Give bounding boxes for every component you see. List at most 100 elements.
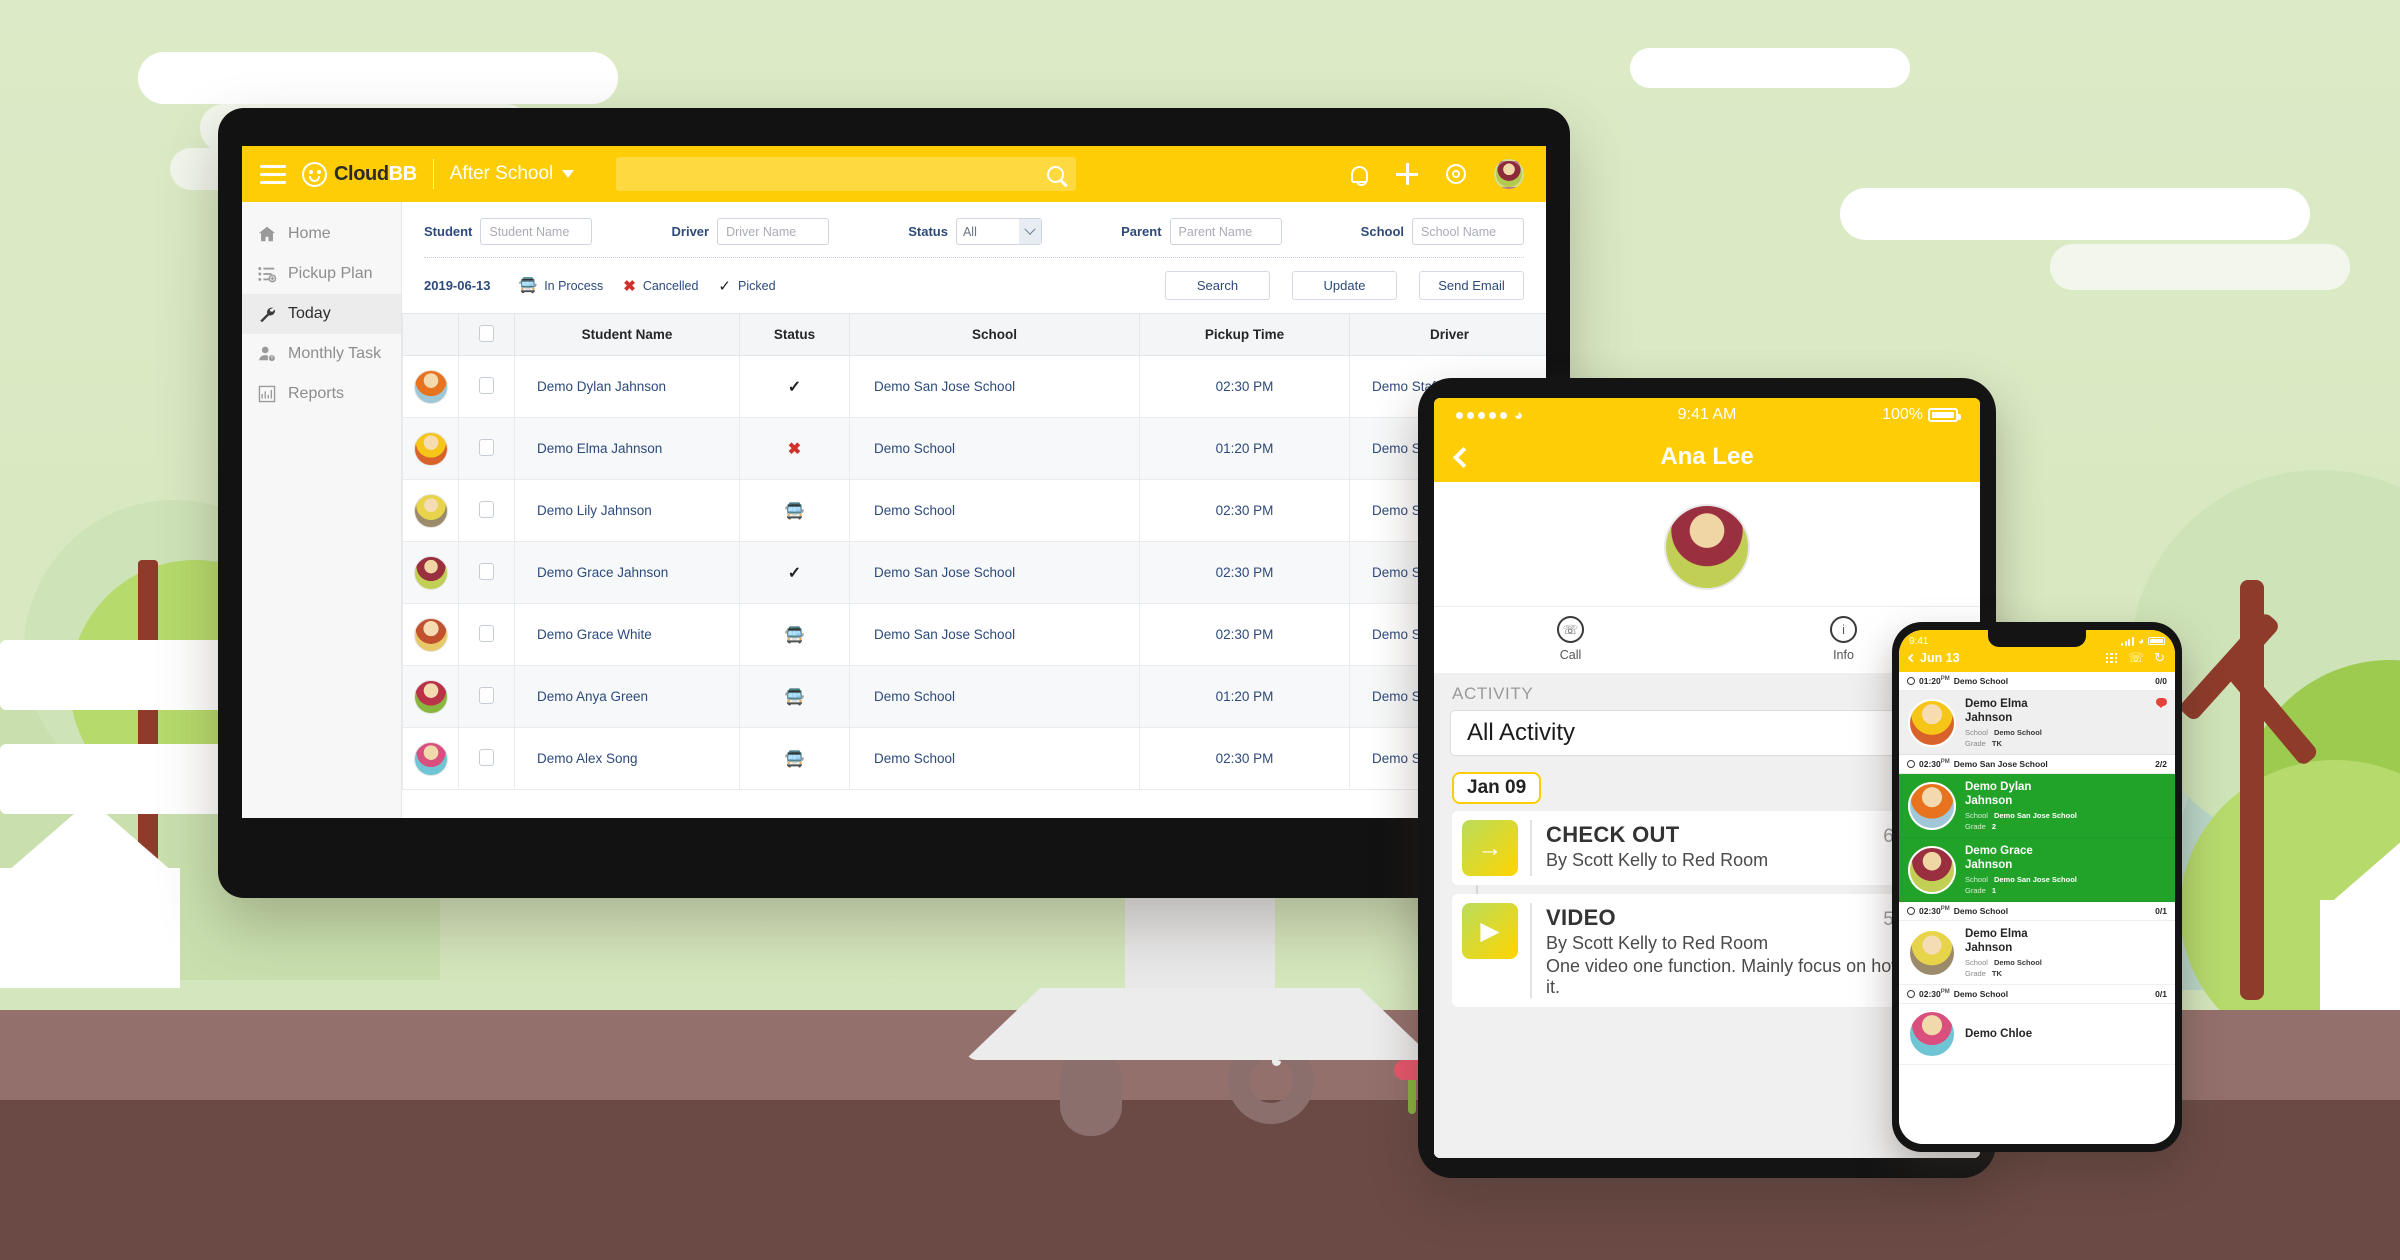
col-student-name[interactable]: Student Name	[514, 313, 740, 356]
list-item[interactable]: Demo Elma Jahnson School Demo School Grade TK	[1899, 691, 2175, 756]
row-checkbox[interactable]	[479, 438, 494, 456]
activity-filter-select[interactable]: All Activity	[1450, 710, 1964, 756]
row-student-name[interactable]: Demo Anya Green	[514, 665, 740, 728]
parent-name-input[interactable]	[1169, 218, 1282, 245]
chevron-down-icon[interactable]	[1018, 219, 1041, 244]
row-student-name[interactable]: Demo Dylan Jahnson	[514, 355, 740, 418]
row-checkbox[interactable]	[479, 562, 494, 580]
table-row[interactable]: Demo Elma Jahnson ✖ Demo School 01:20 PM Dem…	[402, 417, 1546, 480]
row-avatar-cell	[402, 727, 459, 790]
group-count: 0/0	[2155, 676, 2167, 686]
student-school: School Demo School	[1965, 727, 2042, 737]
back-button[interactable]: Jun 13	[1907, 651, 1960, 665]
school-name-input[interactable]	[1412, 218, 1525, 245]
status-select[interactable]: All	[955, 218, 1042, 245]
call-action[interactable]: ☏ Call	[1434, 607, 1707, 673]
list-item[interactable]: Demo Chloe	[1899, 1004, 2175, 1066]
app-logo[interactable]: CloudBB	[302, 161, 417, 187]
col-school[interactable]: School	[849, 313, 1140, 356]
table-row[interactable]: Demo Grace White 🚍 Demo San Jose School 02:…	[402, 603, 1546, 666]
update-button[interactable]: Update	[1292, 271, 1397, 300]
global-search[interactable]	[616, 157, 1077, 191]
phone-nav-icons: ☏ ↻	[2105, 650, 2165, 666]
clock-icon	[1907, 907, 1915, 916]
student-name: Demo Grace Jahnson	[1965, 845, 2033, 872]
select-all-checkbox[interactable]	[479, 324, 494, 342]
status-cross-icon: ✖	[787, 440, 802, 458]
row-pickup-time: 01:20 PM	[1139, 665, 1350, 728]
sidebar-item-monthly-task[interactable]: Monthly Task	[242, 334, 401, 374]
row-student-name[interactable]: Demo Alex Song	[514, 727, 740, 790]
table-header-row: Student Name Status School Pickup Time D…	[402, 313, 1546, 356]
contact-photo-area	[1434, 482, 1980, 606]
table-row[interactable]: Demo Alex Song 🚍 Demo School 02:30 PM Demo S…	[402, 727, 1546, 790]
logo-bb-text: BB	[388, 162, 417, 185]
avatar	[413, 431, 448, 466]
search-icon[interactable]	[1047, 165, 1065, 183]
info-icon: i	[1830, 616, 1857, 643]
activity-timeline: → CHECK OUT 6:00 PM By Scott Kelly to Re…	[1450, 811, 1964, 1007]
row-pickup-time: 02:30 PM	[1139, 727, 1350, 790]
sidebar-item-today[interactable]: Today	[242, 294, 401, 334]
app-context-switcher[interactable]: After School	[450, 163, 575, 185]
driver-name-input[interactable]	[717, 218, 830, 245]
row-student-name[interactable]: Demo Lily Jahnson	[514, 479, 740, 542]
house-right-roof	[2320, 834, 2400, 912]
phone-nav-bar: Jun 13 ☏ ↻	[1907, 650, 2165, 666]
hamburger-menu-icon[interactable]	[260, 164, 286, 184]
wrench-icon	[258, 305, 276, 323]
plus-icon[interactable]	[1396, 163, 1418, 185]
list-item[interactable]: Demo Dylan Jahnson School Demo San Jose Sch…	[1899, 774, 2175, 839]
list-item[interactable]: Demo Elma Jahnson School Demo School Grade TK	[1899, 921, 2175, 986]
phone-icon[interactable]: ☏	[2128, 650, 2144, 666]
row-select-cell	[458, 417, 515, 480]
sidebar-item-reports[interactable]: Reports	[242, 374, 401, 414]
row-student-name[interactable]: Demo Grace White	[514, 603, 740, 666]
col-pickup-time[interactable]: Pickup Time	[1139, 313, 1350, 356]
row-student-name[interactable]: Demo Elma Jahnson	[514, 417, 740, 480]
check-icon: ✓	[718, 277, 731, 295]
avatar[interactable]	[1494, 159, 1524, 189]
table-row[interactable]: Demo Lily Jahnson 🚍 Demo School 02:30 PM Dem…	[402, 479, 1546, 542]
row-student-name[interactable]: Demo Grace Jahnson	[514, 541, 740, 604]
gear-icon[interactable]	[1446, 164, 1466, 184]
send-email-button[interactable]: Send Email	[1419, 271, 1524, 300]
group-count: 2/2	[2155, 759, 2167, 770]
row-pickup-time: 01:20 PM	[1139, 417, 1350, 480]
sidebar-item-home[interactable]: Home	[242, 214, 401, 254]
signal-bars-icon	[2121, 636, 2134, 646]
app-context-label: After School	[449, 163, 554, 184]
table-row[interactable]: Demo Dylan Jahnson ✓ Demo San Jose School 0…	[402, 355, 1546, 418]
sidebar-item-pickup-plan[interactable]: Pickup Plan	[242, 254, 401, 294]
phone-date: Jun 13	[1920, 651, 1960, 665]
timeline-item[interactable]: ▶ VIDEO 5:40 PM By Scott Kelly to Red Ro…	[1452, 894, 1964, 1007]
timeline-item[interactable]: → CHECK OUT 6:00 PM By Scott Kelly to Re…	[1452, 811, 1964, 885]
video-icon: ▶	[1462, 903, 1518, 959]
row-checkbox[interactable]	[479, 686, 494, 704]
row-checkbox[interactable]	[479, 624, 494, 642]
list-item[interactable]: Demo Grace Jahnson School Demo San Jose Sch…	[1899, 838, 2175, 903]
table-row[interactable]: Demo Anya Green 🚍 Demo School 01:20 PM Demo …	[402, 665, 1546, 728]
filter-parent: Parent	[1121, 218, 1282, 245]
phone-student-list[interactable]: 01:20PM Demo School 0/0 Demo Elma Jahnson Sch…	[1899, 672, 2175, 1144]
row-checkbox[interactable]	[479, 500, 494, 518]
row-checkbox[interactable]	[479, 748, 494, 766]
row-status: ✖	[739, 417, 850, 480]
legend-label: Cancelled	[642, 278, 699, 293]
student-name-input[interactable]	[480, 218, 593, 245]
battery-percent: 100%	[1882, 406, 1923, 423]
table-row[interactable]: Demo Grace Jahnson ✓ Demo San Jose School 0…	[402, 541, 1546, 604]
grid-icon[interactable]	[2105, 652, 2118, 664]
student-school: School Demo San Jose School	[1965, 874, 2077, 884]
search-button[interactable]: Search	[1165, 271, 1270, 300]
row-checkbox[interactable]	[479, 376, 494, 394]
global-search-input[interactable]	[628, 166, 1048, 182]
student-name: Demo Dylan Jahnson	[1965, 781, 2032, 808]
col-driver[interactable]: Driver	[1349, 313, 1546, 356]
message-badge-icon	[2156, 698, 2167, 708]
col-status[interactable]: Status	[739, 313, 850, 356]
list-add-icon	[258, 265, 277, 283]
bell-icon[interactable]	[1351, 165, 1368, 186]
phone-notch	[1988, 630, 2086, 647]
refresh-icon[interactable]: ↻	[2154, 650, 2165, 666]
